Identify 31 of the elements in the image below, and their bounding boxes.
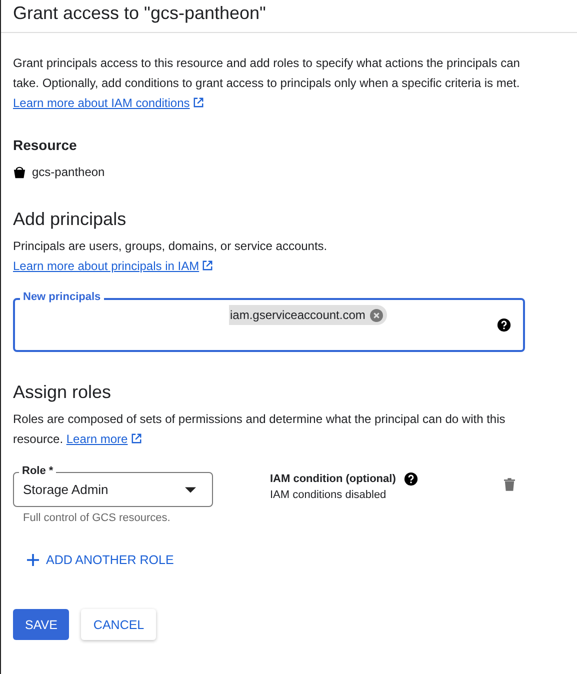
roles-text: Roles are composed of sets of permissions and determine what the principal can do with this resource. Learn more [13,411,506,448]
save-button[interactable]: SAVE [13,609,70,640]
field-label: New principals [20,290,104,304]
external-link-icon [202,260,214,271]
bucket-icon [13,166,26,178]
principals-text: Principals are users, groups, domains, or service accounts. Learn more about principals in IAM [13,238,328,275]
help-icon[interactable] [404,472,418,486]
condition-label: IAM condition (optional) [270,473,396,485]
external-link-icon [192,97,204,108]
section-heading: Assign roles [13,382,112,403]
principal-chip[interactable]: iam.gserviceaccount.com [229,305,388,325]
condition-text: IAM conditions disabled [270,489,388,501]
dialog-title: Grant access to "gcs-pantheon" [13,2,267,24]
cancel-button[interactable]: CANCEL [81,609,156,640]
remove-icon[interactable] [370,308,384,322]
caret-icon [185,487,196,493]
section-heading: Resource [13,137,78,153]
learn-more-link[interactable]: Learn more [66,432,142,446]
chip-text: iam.gserviceaccount.com [230,308,366,322]
section-heading: Add principals [13,209,128,230]
select-value: Storage Admin [23,482,108,497]
resource-name: gcs-pantheon [32,165,105,179]
help-icon[interactable] [497,318,511,332]
delete-icon[interactable] [504,478,515,491]
helper-text: Full control of GCS resources. [23,512,172,524]
add-role-button[interactable]: ADD ANOTHER ROLE [27,553,174,567]
learn-more-link[interactable]: Learn more about IAM conditions [13,96,204,110]
learn-more-link[interactable]: Learn more about principals in IAM [13,259,214,273]
intro-text: Grant principals access to this resource and add roles to specify what actions the principals can take. Optionally, add conditions to grant access to principals only when a specific criteria is met. Learn more about IAM conditions [13,55,521,112]
external-link-icon [130,433,142,444]
plus-icon [27,554,39,566]
